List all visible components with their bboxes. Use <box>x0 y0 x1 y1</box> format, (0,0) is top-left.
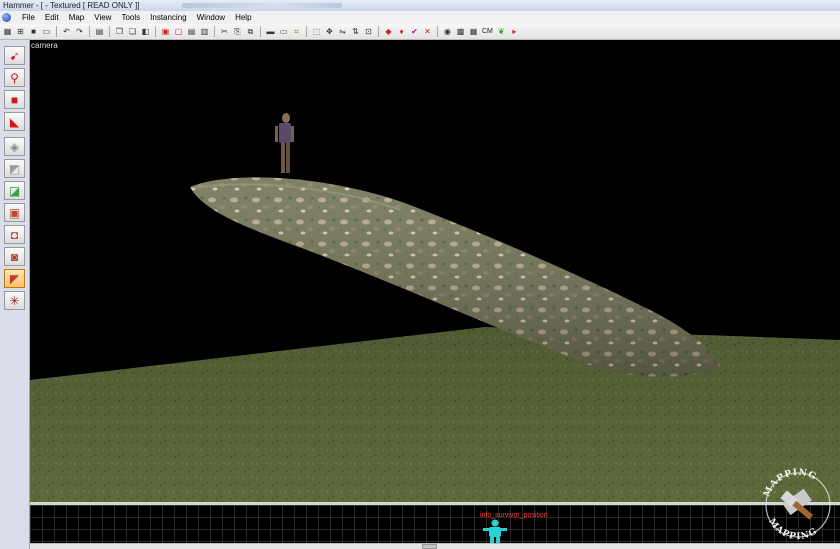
tool-camera[interactable]: ■ <box>4 90 25 109</box>
hide-icon[interactable]: ◧ <box>140 26 151 37</box>
paste-special-icon[interactable]: ⎘ <box>232 26 243 37</box>
menu-file[interactable]: File <box>17 11 40 24</box>
magnify-icon: ⚲ <box>10 70 19 85</box>
grid-background <box>30 505 840 543</box>
toolbar-divider <box>109 26 110 37</box>
grid-icon[interactable]: ▦ <box>2 26 13 37</box>
menu-view[interactable]: View <box>89 11 116 24</box>
scrollbar-thumb[interactable] <box>422 544 437 549</box>
texture-bar-icon[interactable]: ▬ <box>265 26 276 37</box>
texture-cube-icon: ◩ <box>8 161 21 176</box>
align-icon[interactable]: ⊡ <box>363 26 374 37</box>
toolbar-divider <box>306 26 307 37</box>
tool-decal[interactable]: ▣ <box>4 203 25 222</box>
tool-block[interactable]: ◈ <box>4 137 25 156</box>
selection-arrow-icon: ➹ <box>9 48 20 63</box>
toolbar-divider <box>89 26 90 37</box>
flip-h-icon[interactable]: ⇋ <box>337 26 348 37</box>
toolbar-divider <box>437 26 438 37</box>
menu-window[interactable]: Window <box>192 11 230 24</box>
apply-texture-icon: ◪ <box>8 183 21 198</box>
survivor-entity-icon[interactable] <box>480 519 510 543</box>
texture-lock-icon[interactable]: ▭ <box>278 26 289 37</box>
selection-box-icon[interactable]: ⌗ <box>291 26 302 37</box>
watermark-bottom-text: MAPPING <box>766 517 818 542</box>
display-3d-icon[interactable]: ▩ <box>455 26 466 37</box>
grid-toggle-icon[interactable]: ▭ <box>41 26 52 37</box>
window-title-bar: Hammer - [ - Textured [ READ ONLY ]] <box>0 0 840 11</box>
mapping-watermark-logo: MAPPING MAPPING <box>762 468 831 542</box>
toolbar-divider <box>260 26 261 37</box>
entity-label: info_survivor_position <box>480 512 548 519</box>
tool-magnify[interactable]: ⚲ <box>4 68 25 87</box>
window-title: Hammer - [ - Textured [ READ ONLY ]] <box>3 1 140 10</box>
tools-sidebar: ➹ ⚲ ■ ◣ ◈ ◩ ◪ ▣ ◘ ◙ ◤ ✳ <box>0 40 30 549</box>
group-icon[interactable]: ❐ <box>114 26 125 37</box>
to-entity-icon[interactable]: ▣ <box>160 26 171 37</box>
tool-apply-texture[interactable]: ◪ <box>4 181 25 200</box>
clone-icon[interactable]: ⧉ <box>245 26 256 37</box>
viewport-label: camera <box>31 41 58 50</box>
cubemap-button[interactable]: CM <box>481 28 494 35</box>
vertex-icon: ◤ <box>9 271 20 286</box>
entity-icon: ◣ <box>9 114 20 129</box>
to-world-icon[interactable]: ▢ <box>173 26 184 37</box>
grid-smaller-icon[interactable]: ⊞ <box>15 26 26 37</box>
menu-help[interactable]: Help <box>230 11 256 24</box>
select-icon[interactable]: ⬚ <box>311 26 322 37</box>
tool-overlay[interactable]: ◘ <box>4 225 25 244</box>
camera-viewport[interactable]: camera <box>30 40 840 502</box>
toolbar-divider <box>378 26 379 37</box>
tool-texture[interactable]: ◩ <box>4 159 25 178</box>
ungroup-icon[interactable]: ❏ <box>127 26 138 37</box>
quick-hide-icon[interactable]: ◆ <box>383 26 394 37</box>
tool-entity[interactable]: ◣ <box>4 112 25 131</box>
clip-icon: ◙ <box>10 249 19 264</box>
toolbar-divider <box>155 26 156 37</box>
leaf-icon[interactable]: ❦ <box>496 26 507 37</box>
horizontal-scrollbar[interactable] <box>30 543 840 549</box>
tool-selection[interactable]: ➹ <box>4 46 25 65</box>
tool-vertex[interactable]: ◤ <box>4 269 25 288</box>
main-toolbar: ▦ ⊞ ■ ▭ ↶ ↷ ▤ ❐ ❏ ◧ ▣ ▢ ▤ ▥ ✂ ⎘ ⧉ ▬ ▭ ⌗ … <box>0 24 840 40</box>
move-icon[interactable]: ✥ <box>324 26 335 37</box>
overlay-icon: ◘ <box>10 227 19 242</box>
visgroup-icon[interactable]: ♦ <box>396 26 407 37</box>
flip-v-icon[interactable]: ⇅ <box>350 26 361 37</box>
cut-icon[interactable]: ✂ <box>219 26 230 37</box>
menu-edit[interactable]: Edit <box>40 11 64 24</box>
check-problems-icon[interactable]: ✔ <box>409 26 420 37</box>
path-icon: ✳ <box>9 293 20 308</box>
undo-icon[interactable]: ↶ <box>61 26 72 37</box>
2d-viewport[interactable]: info_survivor_position <box>30 502 840 543</box>
camera-icon: ■ <box>10 92 19 107</box>
hammer-app-icon[interactable] <box>2 13 11 22</box>
entity-report-icon[interactable]: ✕ <box>422 26 433 37</box>
block-icon: ◈ <box>9 139 20 154</box>
toolbar-divider <box>214 26 215 37</box>
decal-icon: ▣ <box>8 205 21 220</box>
menu-map[interactable]: Map <box>64 11 90 24</box>
cordon-icon[interactable]: ◉ <box>442 26 453 37</box>
menu-bar: File Edit Map View Tools Instancing Wind… <box>0 11 840 24</box>
grid-larger-icon[interactable]: ■ <box>28 26 39 37</box>
tool-path[interactable]: ✳ <box>4 291 25 310</box>
paste-icon[interactable]: ▥ <box>199 26 210 37</box>
character-model <box>275 113 294 173</box>
scene-render <box>30 113 840 502</box>
menu-instancing[interactable]: Instancing <box>145 11 191 24</box>
title-blurred-region <box>181 3 342 9</box>
carve-icon[interactable]: ▤ <box>94 26 105 37</box>
redo-icon[interactable]: ↷ <box>74 26 85 37</box>
display-2d-icon[interactable]: ▦ <box>468 26 479 37</box>
copy-icon[interactable]: ▤ <box>186 26 197 37</box>
tool-clip[interactable]: ◙ <box>4 247 25 266</box>
run-map-icon[interactable]: ▸ <box>509 26 520 37</box>
svg-text:MAPPING: MAPPING <box>766 517 819 542</box>
menu-tools[interactable]: Tools <box>116 11 145 24</box>
toolbar-divider <box>56 26 57 37</box>
